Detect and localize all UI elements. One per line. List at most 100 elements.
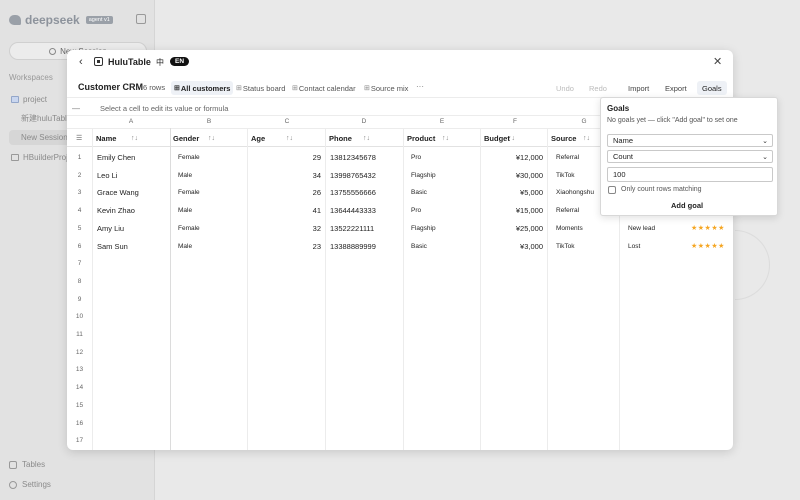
- cell-source[interactable]: Referral: [556, 154, 579, 161]
- select-value: Name: [613, 136, 634, 145]
- only-matching-checkbox[interactable]: [608, 186, 616, 194]
- cell-product[interactable]: Pro: [411, 154, 421, 161]
- cell-gender[interactable]: Male: [178, 207, 192, 214]
- cell-name[interactable]: Amy Liu: [97, 224, 124, 233]
- rating-stars-icon[interactable]: ★★★★★: [691, 242, 725, 250]
- sort-icon[interactable]: ↑↓: [508, 135, 515, 142]
- header-label: Source: [551, 134, 577, 143]
- cell-phone[interactable]: 13644443333: [330, 206, 376, 215]
- undo-button[interactable]: Undo: [551, 81, 579, 95]
- cell-age[interactable]: 29: [247, 153, 321, 162]
- cell-source[interactable]: Moments: [556, 225, 583, 232]
- cell-phone[interactable]: 13998765432: [330, 171, 376, 180]
- cell-phone[interactable]: 13755556666: [330, 188, 376, 197]
- cell-name[interactable]: Leo Li: [97, 171, 117, 180]
- gridline: [92, 128, 93, 450]
- tables-link[interactable]: Tables: [9, 460, 45, 469]
- sidebar-item-label: project: [23, 95, 48, 104]
- cell-source[interactable]: Xiaohongshu: [556, 189, 594, 196]
- tab-all-customers[interactable]: ⊞ All customers: [171, 81, 234, 95]
- gridline: [547, 128, 548, 450]
- tab-contact-calendar[interactable]: ⊞ Contact calendar: [289, 81, 359, 95]
- cell-age[interactable]: 41: [247, 206, 321, 215]
- close-icon[interactable]: ✕: [713, 55, 722, 68]
- cell-product[interactable]: Flagship: [411, 172, 436, 179]
- cell-age[interactable]: 23: [247, 242, 321, 251]
- cell-budget[interactable]: ¥30,000: [480, 171, 543, 180]
- cell-age[interactable]: 32: [247, 224, 321, 233]
- import-button[interactable]: Import: [623, 81, 654, 95]
- menu-icon[interactable]: ☰: [76, 134, 82, 142]
- row-number: 9: [77, 295, 82, 303]
- cell-name[interactable]: Grace Wang: [97, 188, 139, 197]
- sort-icon[interactable]: ↑↓: [442, 135, 449, 142]
- rating-stars-icon[interactable]: ★★★★★: [691, 224, 725, 232]
- tab-source-mix[interactable]: ⊞ Source mix: [361, 81, 411, 95]
- column-header-phone[interactable]: Phone ↑↓: [325, 129, 403, 148]
- gear-icon: [9, 480, 17, 489]
- column-header-product[interactable]: Product ↑↓: [403, 129, 481, 148]
- column-header-name[interactable]: Name ↑↓: [92, 129, 170, 148]
- gridline: [403, 128, 404, 450]
- cell-product[interactable]: Basic: [411, 189, 427, 196]
- settings-link[interactable]: Settings: [9, 480, 51, 489]
- row-number: 8: [77, 277, 82, 285]
- cell-budget[interactable]: ¥12,000: [480, 153, 543, 162]
- column-letter: D: [361, 118, 367, 125]
- cell-budget[interactable]: ¥15,000: [480, 206, 543, 215]
- workspaces-label: Workspaces: [9, 73, 53, 82]
- sort-icon[interactable]: ↑↓: [131, 135, 138, 142]
- goal-target-input[interactable]: 100: [607, 167, 773, 182]
- cell-budget[interactable]: ¥5,000: [480, 188, 543, 197]
- sidebar-collapse-icon[interactable]: [136, 14, 146, 24]
- cell-age[interactable]: 26: [247, 188, 321, 197]
- cell-phone[interactable]: 13388889999: [330, 242, 376, 251]
- cell-name[interactable]: Kevin Zhao: [97, 206, 135, 215]
- sort-icon[interactable]: ↑↓: [208, 135, 215, 142]
- cell-source[interactable]: TikTok: [556, 243, 575, 250]
- cell-phone[interactable]: 13522221111: [330, 224, 374, 233]
- goal-aggregate-select[interactable]: Count ⌄: [607, 150, 773, 163]
- language-en-toggle[interactable]: EN: [170, 57, 190, 66]
- sort-icon[interactable]: ↑↓: [286, 135, 293, 142]
- cell-name[interactable]: Sam Sun: [97, 242, 128, 251]
- cell-source[interactable]: Referral: [556, 207, 579, 214]
- cell-name[interactable]: Emily Chen: [97, 153, 135, 162]
- language-zh-toggle[interactable]: 中: [156, 57, 164, 68]
- more-views-icon[interactable]: ···: [416, 82, 424, 91]
- chevron-left-icon[interactable]: ‹: [79, 56, 83, 68]
- cell-product[interactable]: Basic: [411, 243, 427, 250]
- cell-gender[interactable]: Male: [178, 243, 192, 250]
- cell-budget[interactable]: ¥3,000: [480, 242, 543, 251]
- tab-status-board[interactable]: ⊞ Status board: [233, 81, 288, 95]
- cell-phone[interactable]: 13812345678: [330, 153, 376, 162]
- cell-source[interactable]: TikTok: [556, 172, 575, 179]
- redo-button[interactable]: Redo: [584, 81, 612, 95]
- cell-age[interactable]: 34: [247, 171, 321, 180]
- goal-field-select[interactable]: Name ⌄: [607, 134, 773, 147]
- column-header-budget[interactable]: Budget ↑↓: [480, 129, 547, 148]
- column-header-age[interactable]: Age ↑↓: [247, 129, 325, 148]
- goals-button[interactable]: Goals: [697, 81, 727, 95]
- chevron-down-icon: ⌄: [762, 138, 768, 145]
- sort-icon[interactable]: ↑↓: [583, 135, 590, 142]
- goals-panel: Goals No goals yet — click "Add goal" to…: [600, 97, 778, 216]
- cell-gender[interactable]: Female: [178, 154, 200, 161]
- column-letter: G: [581, 118, 587, 125]
- column-header-gender[interactable]: Gender ↑↓: [169, 129, 247, 148]
- cell-product[interactable]: Flagship: [411, 225, 436, 232]
- select-value: Count: [613, 152, 634, 161]
- cell-status[interactable]: Lost: [628, 243, 640, 250]
- row-number: 10: [75, 313, 84, 321]
- add-goal-button[interactable]: Add goal: [671, 201, 703, 210]
- cell-status[interactable]: New lead: [628, 225, 655, 232]
- cell-budget[interactable]: ¥25,000: [480, 224, 543, 233]
- cell-product[interactable]: Pro: [411, 207, 421, 214]
- cell-gender[interactable]: Female: [178, 189, 200, 196]
- export-button[interactable]: Export: [660, 81, 692, 95]
- formula-input[interactable]: Select a cell to edit its value or formu…: [100, 104, 228, 113]
- cell-gender[interactable]: Male: [178, 172, 192, 179]
- cell-gender[interactable]: Female: [178, 225, 200, 232]
- folder-icon: [11, 154, 19, 161]
- sort-icon[interactable]: ↑↓: [363, 135, 370, 142]
